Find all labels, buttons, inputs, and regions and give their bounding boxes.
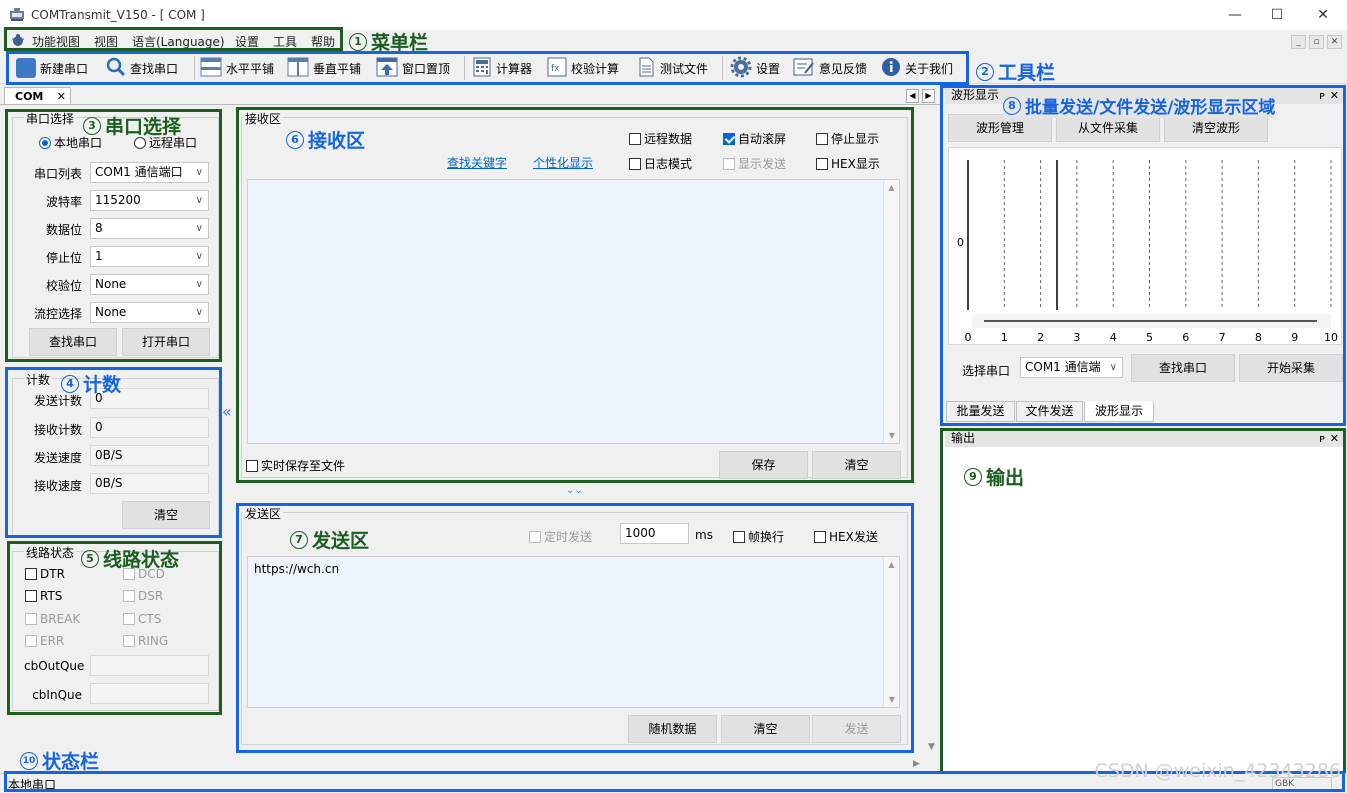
mdi-minimize-button[interactable]: _ [1291, 35, 1306, 49]
annotation-recv: 6 接收区 [286, 126, 365, 153]
minimize-button[interactable]: — [1213, 2, 1257, 28]
annotation-box-recv [236, 107, 914, 483]
annotation-count: 4 计数 [61, 370, 121, 397]
tab-close-icon[interactable]: ✕ [57, 88, 66, 105]
title-bar: COMTransmit_V150 - [ COM ] — ☐ ✕ [0, 0, 1347, 30]
annotation-statusbar: 10 状态栏 [20, 747, 99, 774]
watermark: CSDN @weixin_42343286 [1094, 760, 1342, 782]
annotation-output: 9 输出 [964, 463, 1024, 490]
tab-nav-right-button[interactable]: ▶ [922, 89, 935, 103]
annotation-box-menubar [4, 27, 343, 51]
tab-divider [0, 104, 940, 105]
splitter-icon[interactable]: ⌄⌄ [566, 485, 583, 496]
mdi-close-button[interactable]: ✕ [1327, 35, 1342, 49]
collapse-panel-icon[interactable]: « [222, 402, 232, 421]
mdi-restore-button[interactable]: ▫ [1309, 35, 1324, 49]
annotation-box-wave [940, 85, 1346, 426]
annotation-box-port [5, 109, 222, 362]
annotation-toolbar: 2 工具栏 [976, 58, 1055, 85]
annotation-wave: 8 批量发送/文件发送/波形显示区域 [1003, 93, 1276, 118]
annotation-send: 7 发送区 [290, 526, 369, 553]
annotation-box-toolbar [6, 51, 969, 85]
annotation-line: 5 线路状态 [81, 545, 179, 572]
app-icon [9, 8, 25, 22]
close-button[interactable]: ✕ [1301, 2, 1345, 28]
tab-nav-left-button[interactable]: ◀ [906, 89, 919, 103]
window-title: COMTransmit_V150 - [ COM ] [31, 8, 205, 22]
maximize-button[interactable]: ☐ [1255, 2, 1299, 28]
annotation-port: 3 串口选择 [83, 112, 181, 139]
scroll-down-icon[interactable]: ▼ [928, 742, 935, 752]
tab-com[interactable]: COM ✕ [4, 87, 71, 105]
scroll-right-icon[interactable]: ▶ [913, 759, 920, 769]
